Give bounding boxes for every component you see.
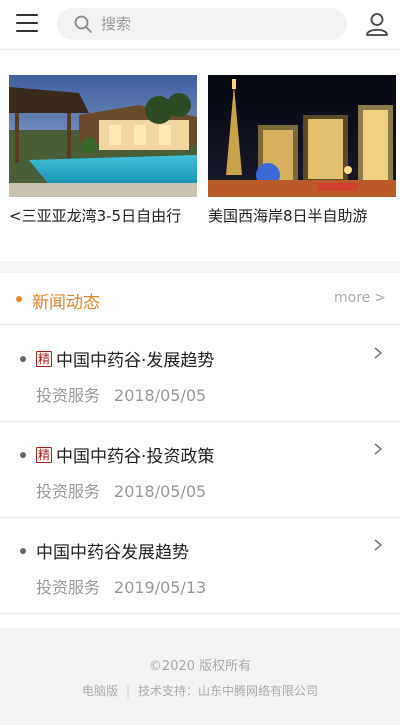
copyright-text: ©2020 版权所有 <box>148 659 252 674</box>
more-link[interactable]: more > <box>334 290 386 306</box>
featured-tag: 精 <box>36 446 53 463</box>
footer-separator: | <box>125 684 131 698</box>
news-item-category: 投资服务 <box>36 386 101 405</box>
featured-tag: 精 <box>36 350 53 367</box>
section-divider <box>0 261 400 273</box>
banner-card-us-westcoast[interactable]: 美国西海岸8日半自助游 <box>208 75 396 226</box>
news-item-category: 投资服务 <box>36 482 101 501</box>
news-item-date: 2018/05/05 <box>114 386 207 405</box>
news-item-meta: 投资服务 2018/05/05 <box>36 478 206 502</box>
chevron-right-icon: > <box>374 290 386 306</box>
banner-card-title: <三亚亚龙湾3-5日自由行 <box>9 207 182 225</box>
resort-pool-image <box>9 75 197 197</box>
news-item-title: 中国中药谷发展趋势 <box>36 538 189 563</box>
search-icon <box>74 15 92 33</box>
news-item-date: 2019/05/13 <box>114 578 207 597</box>
user-icon[interactable] <box>364 11 390 37</box>
top-header <box>0 0 400 50</box>
news-item[interactable]: 精 中国中药谷·投资政策 投资服务 2018/05/05 <box>0 422 400 518</box>
menu-icon[interactable] <box>16 14 38 34</box>
bullet-dot <box>20 548 26 554</box>
banner-carousel: <三亚亚龙湾3-5日自由行 美国西海岸8日半自助游 <box>0 51 400 261</box>
news-item-title: 精 中国中药谷·发展趋势 <box>36 346 214 371</box>
search-input[interactable] <box>101 15 321 33</box>
news-section-title: 新闻动态 <box>32 293 100 313</box>
news-item-title: 精 中国中药谷·投资政策 <box>36 442 214 467</box>
chevron-right-icon <box>374 539 383 551</box>
bullet-dot <box>20 452 26 458</box>
chevron-right-icon <box>374 347 383 359</box>
tech-support-text: 技术支持：山东中腾网络有限公司 <box>138 684 319 698</box>
news-item-title-text: 中国中药谷·发展趋势 <box>56 351 215 371</box>
chevron-right-icon <box>374 443 383 455</box>
desktop-version-link[interactable]: 电脑版 <box>82 684 118 698</box>
news-item-category: 投资服务 <box>36 578 101 597</box>
banner-card-title: 美国西海岸8日半自助游 <box>208 207 368 225</box>
news-item-meta: 投资服务 2018/05/05 <box>36 382 206 406</box>
more-label: more <box>334 290 371 306</box>
search-bar[interactable] <box>57 8 347 40</box>
news-item-title-text: 中国中药谷发展趋势 <box>36 543 189 563</box>
news-item-date: 2018/05/05 <box>114 482 207 501</box>
banner-card-sanya[interactable]: <三亚亚龙湾3-5日自由行 <box>9 75 197 226</box>
news-item[interactable]: 精 中国中药谷·发展趋势 投资服务 2018/05/05 <box>0 326 400 422</box>
footer-links: 电脑版 | 技术支持：山东中腾网络有限公司 <box>0 682 400 699</box>
section-dot <box>16 296 22 302</box>
news-item-meta: 投资服务 2019/05/13 <box>36 574 206 598</box>
page-footer: ©2020 版权所有 电脑版 | 技术支持：山东中腾网络有限公司 <box>0 628 400 725</box>
news-item-title-text: 中国中药谷·投资政策 <box>56 447 215 467</box>
news-item[interactable]: 中国中药谷发展趋势 投资服务 2019/05/13 <box>0 518 400 614</box>
las-vegas-night-image <box>208 75 396 197</box>
news-section-header: 新闻动态 more > <box>0 273 400 325</box>
bullet-dot <box>20 356 26 362</box>
